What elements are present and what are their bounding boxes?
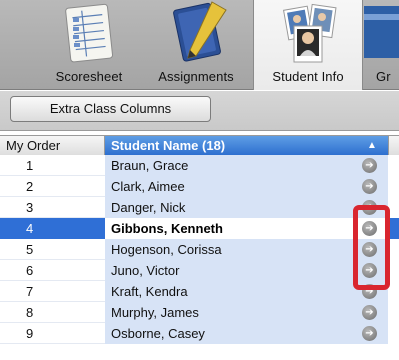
go-arrow-icon[interactable]: ➔ xyxy=(362,179,377,194)
column-header-extra xyxy=(388,136,399,155)
tab-assignments-label: Assignments xyxy=(158,69,234,84)
table-row[interactable]: 6 Juno, Victor ➔ xyxy=(0,260,399,281)
table-row[interactable]: 5 Hogenson, Corissa ➔ xyxy=(0,239,399,260)
extra-class-columns-button[interactable]: Extra Class Columns xyxy=(10,96,211,122)
go-arrow-icon[interactable]: ➔ xyxy=(362,158,377,173)
view-tab-bar: Scoresheet Assignments Student Info Gr xyxy=(0,0,399,90)
scoresheet-icon xyxy=(65,3,114,63)
annotation-highlight-box xyxy=(353,205,390,290)
table-toolbar: Extra Class Columns xyxy=(0,91,399,131)
table-row-selected[interactable]: 4 Gibbons, Kenneth ➔ xyxy=(0,218,399,239)
table-row[interactable]: 9 Osborne, Casey ➔ xyxy=(0,323,399,344)
student-rows: 1 Braun, Grace ➔ 2 Clark, Aimee ➔ 3 Dang… xyxy=(0,155,399,344)
tab-scoresheet[interactable]: Scoresheet xyxy=(40,0,138,90)
row-name-cell: Osborne, Casey xyxy=(105,323,388,344)
row-order-cell: 5 xyxy=(26,242,34,257)
go-arrow-icon[interactable]: ➔ xyxy=(362,305,377,320)
row-order-cell: 3 xyxy=(26,200,34,215)
grades-icon xyxy=(364,6,399,58)
tab-grades-label: Gr xyxy=(376,69,391,84)
sort-ascending-icon[interactable]: ▲ xyxy=(364,136,380,155)
row-name-cell: Murphy, James xyxy=(105,302,388,323)
student-photos-icon xyxy=(282,3,337,63)
table-row[interactable]: 7 Kraft, Kendra ➔ xyxy=(0,281,399,302)
table-row[interactable]: 3 Danger, Nick ➔ xyxy=(0,197,399,218)
row-order-cell: 6 xyxy=(26,263,34,278)
row-order-cell: 7 xyxy=(26,284,34,299)
row-name-cell: Hogenson, Corissa xyxy=(105,239,388,260)
column-header-student-name[interactable]: Student Name (18) xyxy=(105,136,388,155)
column-header-my-order[interactable]: My Order xyxy=(0,136,105,155)
table-row[interactable]: 1 Braun, Grace ➔ xyxy=(0,155,399,176)
assignments-icon xyxy=(173,1,227,62)
tab-assignments[interactable]: Assignments xyxy=(140,0,252,90)
row-name-cell: Gibbons, Kenneth xyxy=(105,218,388,239)
table-header: My Order Student Name (18) ▲ xyxy=(0,135,399,155)
tab-student-info-label: Student Info xyxy=(272,69,344,84)
tab-grades[interactable]: Gr xyxy=(364,0,399,90)
go-arrow-icon[interactable]: ➔ xyxy=(362,326,377,341)
tab-scoresheet-label: Scoresheet xyxy=(55,69,123,84)
row-name-cell: Danger, Nick xyxy=(105,197,388,218)
row-name-cell: Kraft, Kendra xyxy=(105,281,388,302)
table-row[interactable]: 2 Clark, Aimee ➔ xyxy=(0,176,399,197)
tab-student-info[interactable]: Student Info xyxy=(253,0,363,90)
row-order-cell: 4 xyxy=(0,218,105,239)
row-name-cell: Clark, Aimee xyxy=(105,176,388,197)
row-name-cell: Braun, Grace xyxy=(105,155,388,176)
row-order-cell: 8 xyxy=(26,305,34,320)
row-order-cell: 9 xyxy=(26,326,34,341)
table-row[interactable]: 8 Murphy, James ➔ xyxy=(0,302,399,323)
row-name-cell: Juno, Victor xyxy=(105,260,388,281)
student-table: My Order Student Name (18) ▲ 1 Braun, Gr… xyxy=(0,135,399,360)
row-order-cell: 1 xyxy=(26,158,34,173)
row-order-cell: 2 xyxy=(26,179,34,194)
